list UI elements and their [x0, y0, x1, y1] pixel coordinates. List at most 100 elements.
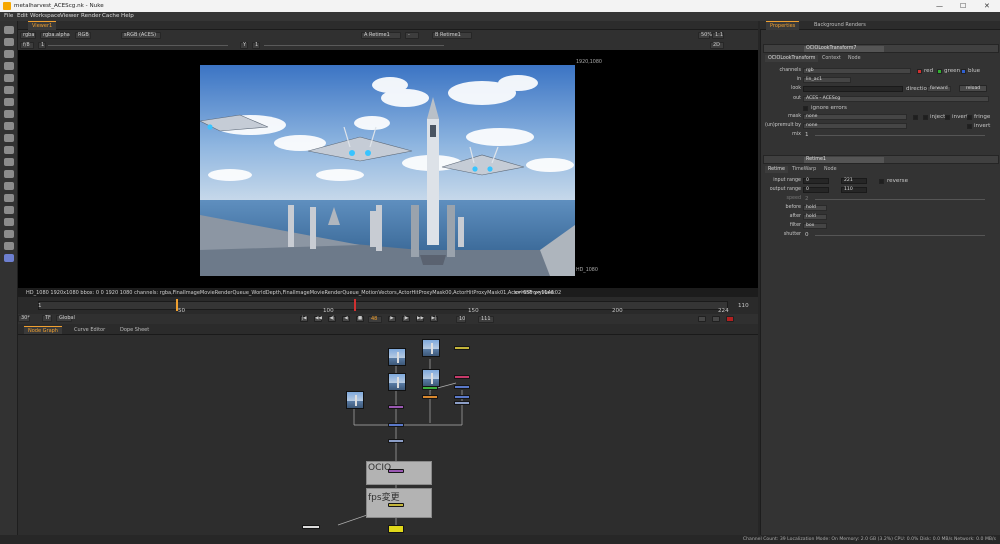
view-mode-dropdown[interactable]: 2D: [710, 42, 724, 49]
metadata-tool-icon[interactable]: [4, 158, 14, 166]
tab-background-renders[interactable]: Background Renders: [810, 21, 870, 30]
in-colorspace-select[interactable]: lin_ac1: [803, 77, 851, 83]
merge-node[interactable]: [388, 423, 404, 427]
next-key-button[interactable]: ▶▶: [416, 316, 424, 322]
input-a-dropdown[interactable]: A Retime1: [361, 32, 401, 39]
reverse-checkbox[interactable]: [879, 179, 884, 184]
backdrop-ocio[interactable]: OCIO: [366, 461, 432, 485]
transform-tool-icon[interactable]: [4, 122, 14, 130]
record-button[interactable]: [726, 316, 734, 322]
input-range-start[interactable]: 0: [803, 178, 829, 184]
frame-field[interactable]: 1: [38, 42, 46, 49]
read-node-1[interactable]: [388, 348, 406, 366]
read-node-2[interactable]: [388, 373, 406, 391]
gain-field[interactable]: f/8: [20, 42, 34, 49]
speed-value[interactable]: 2: [805, 196, 809, 202]
merge-tool-icon[interactable]: [4, 110, 14, 118]
keyer-tool-icon[interactable]: [4, 98, 14, 106]
input-range-end[interactable]: 221: [841, 178, 867, 184]
draw-tool-icon[interactable]: [4, 38, 14, 46]
timeline-track[interactable]: [38, 301, 728, 310]
gamma-slider[interactable]: [264, 45, 444, 46]
play-back-button[interactable]: ◀: [342, 316, 350, 322]
3d-tool-icon[interactable]: [4, 134, 14, 142]
current-frame-field[interactable]: 48: [368, 316, 382, 323]
node-blue-4[interactable]: [388, 439, 404, 443]
timeline[interactable]: 1 50 100 150 200 224 110: [18, 297, 758, 314]
node-graph[interactable]: OCIO fps変更: [18, 335, 758, 535]
menu-file[interactable]: File: [4, 13, 13, 19]
reload-button[interactable]: reload: [959, 85, 987, 92]
views-tool-icon[interactable]: [4, 146, 14, 154]
ocio-look-node-name[interactable]: OCIOLookTransform7: [804, 46, 884, 52]
look-input[interactable]: [803, 86, 903, 92]
channels-select[interactable]: rgb: [803, 68, 911, 74]
subtab-node[interactable]: Node: [845, 55, 864, 62]
tab-properties[interactable]: Properties: [766, 21, 800, 30]
node-orange[interactable]: [422, 395, 438, 399]
output-range-start[interactable]: 0: [803, 187, 829, 193]
render-button[interactable]: [712, 316, 720, 322]
menu-workspace[interactable]: Workspace: [30, 13, 61, 19]
subtab-node-2[interactable]: Node: [821, 166, 840, 173]
menu-cache[interactable]: Cache: [102, 13, 119, 19]
premult-select[interactable]: none: [803, 123, 907, 129]
menu-help[interactable]: Help: [121, 13, 134, 19]
read-node-3[interactable]: [422, 339, 440, 357]
ocio-look-transform-node[interactable]: [388, 469, 404, 473]
particles-tool-icon[interactable]: [4, 170, 14, 178]
subtab-context[interactable]: Context: [819, 55, 844, 62]
first-frame-button[interactable]: |◀: [300, 316, 308, 322]
tab-viewer1[interactable]: Viewer1: [28, 21, 57, 30]
output-range-end[interactable]: 110: [841, 187, 867, 193]
close-button[interactable]: ✕: [984, 2, 990, 10]
toolsets-tool-icon[interactable]: [4, 194, 14, 202]
time-tool-icon[interactable]: [4, 50, 14, 58]
filter-select[interactable]: box: [803, 223, 827, 229]
last-frame-button[interactable]: ▶|: [430, 316, 438, 322]
compare-dropdown[interactable]: -: [405, 32, 419, 39]
plugin-tool-icon[interactable]: [4, 254, 14, 262]
green-checkbox[interactable]: [937, 69, 942, 74]
node-yellow[interactable]: [454, 346, 470, 350]
node-red[interactable]: [454, 375, 470, 379]
out-colorspace-select[interactable]: ACES - ACEScg: [803, 96, 989, 102]
zoom-readout[interactable]: 50%: [698, 32, 712, 39]
node-blue-1[interactable]: [454, 385, 470, 389]
read-node-5[interactable]: [346, 391, 364, 409]
menu-viewer[interactable]: Viewer: [60, 13, 79, 19]
furnace-tool-icon[interactable]: [4, 218, 14, 226]
before-select[interactable]: hold: [803, 205, 827, 211]
colorspace-dropdown[interactable]: sRGB (ACES): [121, 32, 161, 39]
blue-checkbox[interactable]: [961, 69, 966, 74]
channels-dropdown[interactable]: rgba: [20, 32, 36, 39]
other-tool-icon[interactable]: [4, 206, 14, 214]
ratio-readout[interactable]: 1:1: [712, 32, 724, 39]
viewer-node[interactable]: [388, 525, 404, 533]
image-tool-icon[interactable]: [4, 26, 14, 34]
mask-channel-checkbox[interactable]: [913, 115, 918, 120]
maximize-button[interactable]: ☐: [960, 2, 966, 10]
fringe-checkbox[interactable]: [967, 115, 972, 120]
alpha-channel-dropdown[interactable]: rgba.alpha: [40, 32, 70, 39]
tab-dope-sheet[interactable]: Dope Sheet: [116, 326, 153, 334]
color-tool-icon[interactable]: [4, 74, 14, 82]
end-frame-field[interactable]: 111: [478, 316, 494, 323]
node-white[interactable]: [302, 525, 320, 529]
retime-node[interactable]: [388, 503, 404, 507]
retime-node-name[interactable]: Retime1: [804, 157, 884, 163]
gamma-field[interactable]: 1: [252, 42, 260, 49]
tf-dropdown[interactable]: TF: [42, 315, 52, 322]
display-dropdown[interactable]: RGB: [75, 32, 91, 39]
after-select[interactable]: hold: [803, 214, 827, 220]
tab-curve-editor[interactable]: Curve Editor: [70, 326, 109, 334]
node-blue-2[interactable]: [454, 395, 470, 399]
viewer-viewport[interactable]: 1920,1080 HD_1080: [18, 50, 758, 288]
subtab-retime[interactable]: Retime: [765, 166, 788, 173]
play-forward-button[interactable]: ▶: [388, 316, 396, 322]
global-dropdown[interactable]: Global: [56, 315, 75, 322]
shutter-value[interactable]: 0: [805, 232, 809, 238]
invert-checkbox[interactable]: [945, 115, 950, 120]
ocio-tool-icon[interactable]: [4, 230, 14, 238]
direction-select[interactable]: forward: [927, 86, 951, 92]
